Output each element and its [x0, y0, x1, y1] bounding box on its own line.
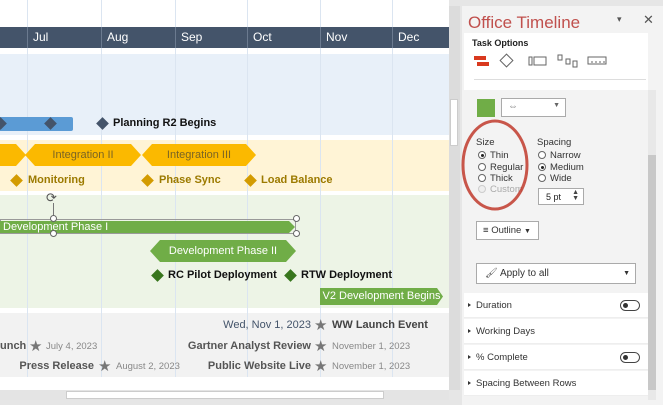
resize-handle[interactable] [293, 230, 300, 237]
brush-icon: 🖌 [485, 268, 498, 279]
spacing-spinner[interactable]: 5 pt ▲ ▼ [538, 188, 584, 205]
close-icon[interactable]: ✕ [643, 12, 654, 28]
connector-icon[interactable] [557, 54, 578, 68]
star-icon[interactable]: ★ [98, 359, 111, 374]
star-icon[interactable]: ★ [314, 359, 327, 374]
task-integration-iii[interactable]: Integration III [142, 144, 256, 166]
star-icon[interactable]: ★ [314, 318, 327, 333]
milestone-label[interactable]: Planning R2 Begins [113, 117, 216, 129]
month-label: Aug [101, 27, 128, 48]
task-development-phase-ii[interactable]: Development Phase II [150, 240, 296, 262]
section-working-days[interactable]: Working Days [464, 319, 648, 344]
task-options-header: Task Options [464, 33, 648, 90]
section-duration[interactable]: Duration [464, 293, 648, 318]
milestone-label[interactable]: Monitoring [28, 174, 85, 186]
timescale-header: Jul Aug Sep Oct Nov Dec [0, 27, 449, 48]
task-v2-development-begins[interactable]: V2 Development Begins [320, 288, 443, 305]
month-label: Nov [320, 27, 347, 48]
task-shape-icon[interactable] [474, 56, 489, 66]
event-label[interactable]: Press Release [19, 360, 94, 372]
scrollbar-thumb[interactable] [66, 391, 384, 399]
section-percent-complete[interactable]: % Complete [464, 345, 648, 370]
task-integration-ii[interactable]: Integration II [25, 144, 141, 166]
scrollbar-thumb[interactable] [450, 99, 458, 146]
event-label[interactable]: unch [0, 340, 26, 352]
section-title: Task Options [472, 38, 529, 48]
month-label: Oct [247, 27, 272, 48]
blue-task-bar[interactable] [0, 117, 73, 131]
spacing-label: Spacing [537, 137, 572, 148]
spinner-arrows-icon[interactable]: ▲ ▼ [572, 189, 579, 202]
milestone-icon[interactable] [499, 53, 514, 68]
menu-lines-icon: ≡ [483, 225, 489, 236]
resize-handle[interactable] [293, 215, 300, 222]
duration-toggle[interactable] [620, 300, 640, 311]
event-date: August 2, 2023 [116, 361, 180, 372]
month-label: Sep [175, 27, 202, 48]
chevron-down-icon: ▼ [523, 228, 531, 235]
event-label[interactable]: Public Website Live [208, 360, 311, 372]
chevron-down-icon: ▼ [553, 102, 560, 109]
double-arrow-icon: ⇔ [508, 101, 518, 112]
section-spacing-between-rows[interactable]: Spacing Between Rows [464, 371, 648, 396]
spacing-wide-radio[interactable]: Wide [538, 173, 572, 184]
panel-scrollbar[interactable] [648, 90, 656, 400]
month-label: Jul [27, 27, 48, 48]
swimlane-icon[interactable] [528, 56, 547, 66]
rotate-handle-icon[interactable]: ⟳ [46, 190, 57, 206]
panel-menu-icon[interactable]: ▾ [617, 14, 622, 25]
milestone-label[interactable]: Phase Sync [159, 174, 221, 186]
milestone-label[interactable]: Load Balance [261, 174, 333, 186]
panel-title: Office Timeline [468, 13, 581, 32]
star-icon[interactable]: ★ [29, 339, 42, 354]
chevron-down-icon: ▼ [623, 270, 630, 277]
event-date: November 1, 2023 [332, 341, 411, 352]
outline-button[interactable]: ≡ Outline ▼ [476, 221, 539, 240]
event-date: Wed, Nov 1, 2023 [223, 319, 311, 331]
spacing-medium-radio[interactable]: Medium [538, 162, 584, 173]
event-date: November 1, 2023 [332, 361, 411, 372]
scrollbar-thumb[interactable] [648, 155, 656, 390]
event-date: July 4, 2023 [46, 341, 98, 352]
spacing-narrow-radio[interactable]: Narrow [538, 150, 581, 161]
red-highlight-ellipse [461, 119, 529, 211]
resize-handle[interactable] [50, 230, 57, 237]
month-label: Dec [392, 27, 419, 48]
vertical-scrollbar[interactable] [449, 6, 460, 390]
event-label[interactable]: WW Launch Event [332, 319, 428, 331]
options-tabs [474, 53, 607, 68]
timeline-canvas: Jul Aug Sep Oct Nov Dec Planning R2 Begi… [0, 0, 449, 390]
star-icon[interactable]: ★ [314, 339, 327, 354]
task-development-phase-i[interactable]: Development Phase I [0, 221, 295, 233]
milestone-label[interactable]: RC Pilot Deployment [168, 269, 277, 281]
milestone-label[interactable]: RTW Deployment [301, 269, 392, 281]
apply-to-all-dropdown[interactable]: 🖌 Apply to all ▼ [476, 263, 636, 284]
event-label[interactable]: Gartner Analyst Review [188, 340, 311, 352]
timeband-icon[interactable] [587, 56, 607, 65]
horizontal-scrollbar[interactable] [0, 390, 449, 400]
percent-complete-toggle[interactable] [620, 352, 640, 363]
resize-handle[interactable] [50, 215, 57, 222]
shape-dropdown[interactable]: ⇔ ▼ [501, 98, 566, 117]
color-swatch[interactable] [477, 99, 495, 117]
